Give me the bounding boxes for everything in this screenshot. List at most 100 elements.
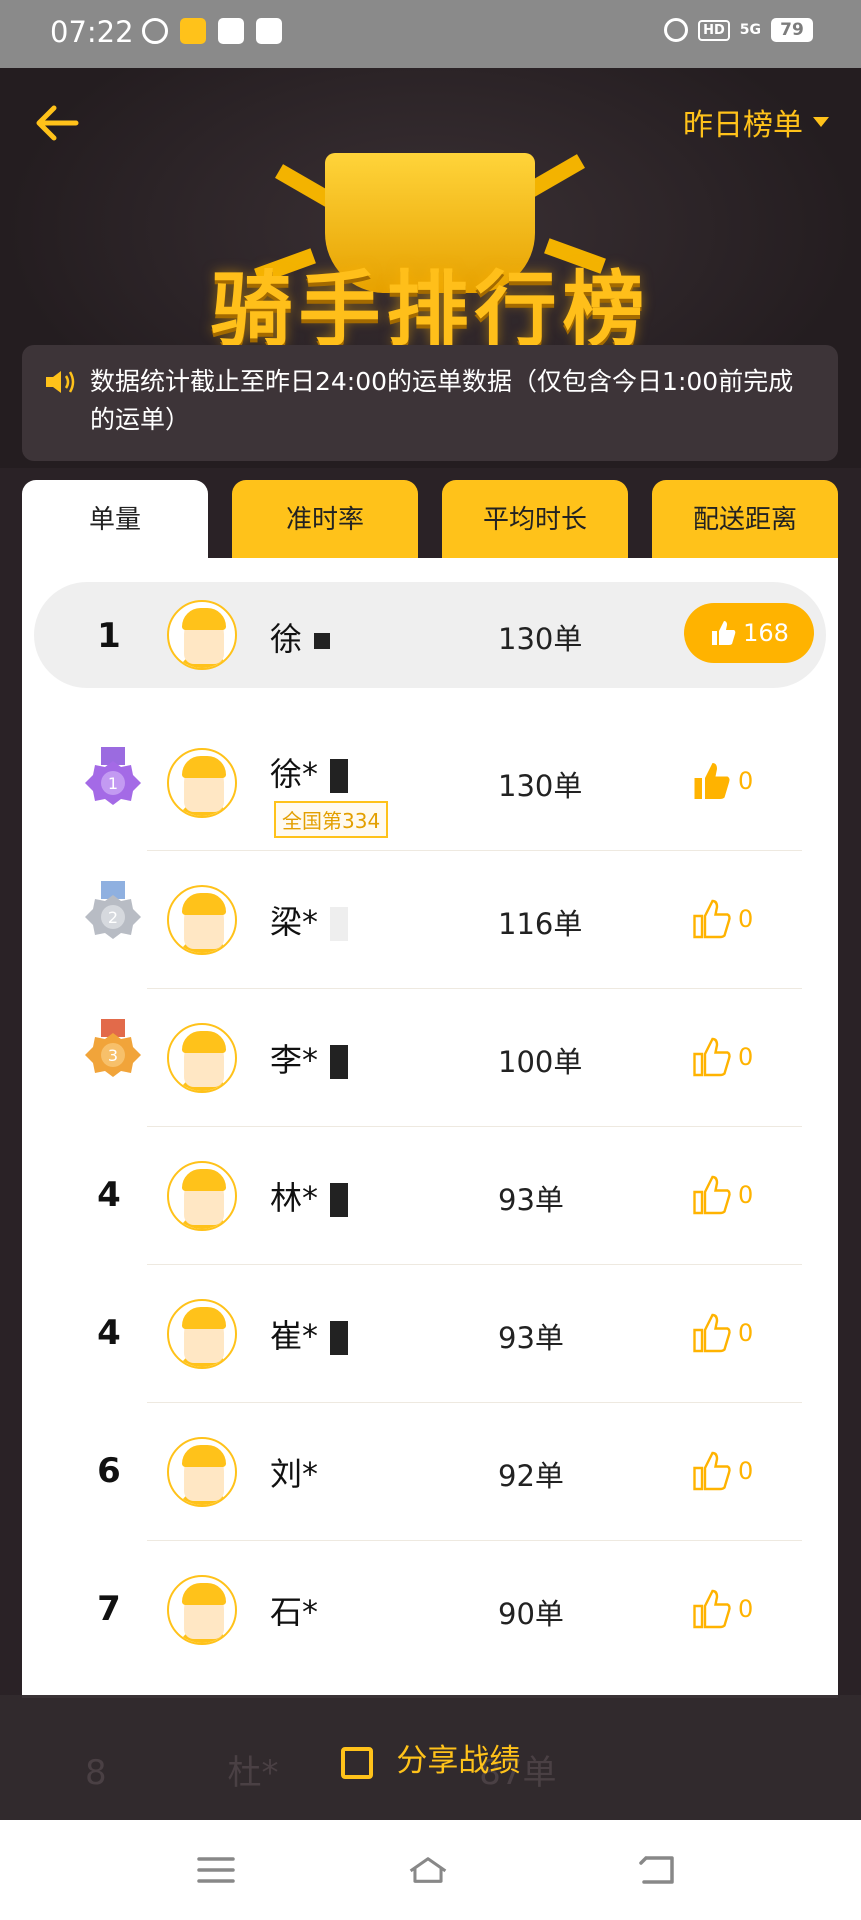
- thumbs-up-icon: [712, 621, 736, 645]
- like-count: 0: [738, 1457, 754, 1485]
- like-button[interactable]: 0: [690, 897, 753, 941]
- order-count: 92单: [498, 1459, 564, 1493]
- my-like-count: 168: [743, 619, 789, 647]
- like-count: 0: [738, 1181, 754, 1209]
- like-button[interactable]: 0: [690, 1311, 753, 1355]
- thumbs-up-icon: [693, 1175, 731, 1215]
- like-button[interactable]: 0: [690, 1035, 753, 1079]
- status-icons: [142, 18, 282, 44]
- gold-medal-icon: 1: [85, 747, 141, 805]
- avatar: [167, 1299, 237, 1369]
- table-row: 2 梁* 116单 0: [22, 851, 838, 989]
- k-app-icon: [142, 18, 168, 44]
- avatar: [167, 600, 237, 670]
- rider-name: 李*: [270, 1035, 349, 1081]
- data-notice: 数据统计截止至昨日24:00的运单数据（仅包含今日1:00前完成的运单）: [22, 345, 838, 461]
- system-nav-bar: [0, 1820, 861, 1920]
- rider-name: 石*: [270, 1593, 319, 1631]
- caret-down-icon: [813, 117, 829, 127]
- avatar: [167, 1437, 237, 1507]
- table-row: 1 徐* 全国第334 130单 0: [22, 713, 838, 851]
- tab-delivery-distance[interactable]: 配送距离: [652, 480, 838, 560]
- order-count: 130单: [498, 769, 583, 803]
- avatar: [167, 1161, 237, 1231]
- order-count: 93单: [498, 1183, 564, 1217]
- my-rank-row: 1 徐 130单 168: [34, 582, 826, 688]
- thumbs-up-icon: [693, 1037, 731, 1077]
- svg-text:1: 1: [108, 774, 118, 793]
- bronze-medal-icon: 3: [85, 1019, 141, 1077]
- like-button[interactable]: 0: [690, 1449, 753, 1493]
- my-name: 徐: [270, 614, 331, 660]
- notice-text: 数据统计截止至昨日24:00的运单数据（仅包含今日1:00前完成的运单）: [90, 367, 794, 434]
- rank-number: 4: [97, 1313, 121, 1353]
- rank-number: 6: [97, 1451, 121, 1491]
- table-row: 4 崔* 93单 0: [22, 1265, 838, 1403]
- svg-text:2: 2: [108, 908, 118, 927]
- like-button[interactable]: 0: [690, 1587, 753, 1631]
- rider-name: 崔*: [270, 1311, 349, 1357]
- ranking-list: 1 徐 130单 168 1 徐* 全国第334 130单 0 2 梁* 116…: [22, 558, 838, 1698]
- order-count: 93单: [498, 1321, 564, 1355]
- table-row: 3 李* 100单 0: [22, 989, 838, 1127]
- hd-icon: HD: [698, 19, 730, 41]
- tab-orders[interactable]: 单量: [22, 480, 208, 560]
- like-count: 0: [738, 1595, 754, 1623]
- national-rank-badge: 全国第334: [274, 801, 389, 838]
- back-icon[interactable]: [638, 1854, 678, 1886]
- my-like-button[interactable]: 168: [684, 603, 814, 663]
- status-time: 07:22: [50, 15, 134, 49]
- rank-number: 4: [97, 1175, 121, 1215]
- rider-name: 梁*: [270, 897, 349, 943]
- rider-name: 林*: [270, 1173, 349, 1219]
- status-right: HD 5G 79: [664, 18, 813, 42]
- home-icon[interactable]: [408, 1854, 448, 1886]
- delivery-app-icon: [180, 18, 206, 44]
- avatar: [167, 1575, 237, 1645]
- tab-on-time-rate[interactable]: 准时率: [232, 480, 418, 560]
- table-row: 6 刘* 92单 0: [22, 1403, 838, 1541]
- back-arrow-icon[interactable]: [32, 98, 82, 148]
- rank-number: 7: [97, 1589, 121, 1629]
- tab-avg-duration[interactable]: 平均时长: [442, 480, 628, 560]
- share-label: 分享战绩: [396, 1743, 521, 1779]
- table-row: 7 石* 90单 0: [22, 1541, 838, 1679]
- calendar-icon: [256, 18, 282, 44]
- thumbs-up-icon: [693, 899, 731, 939]
- like-count: 0: [738, 767, 754, 795]
- speaker-icon: [46, 371, 75, 393]
- silver-medal-icon: 2: [85, 881, 141, 939]
- avatar: [167, 885, 237, 955]
- rider-name: 刘*: [270, 1455, 319, 1493]
- thumbs-up-icon: [693, 1451, 731, 1491]
- like-count: 0: [738, 1319, 754, 1347]
- share-button[interactable]: 分享战绩: [0, 1735, 861, 1780]
- rider-name: 徐*: [270, 749, 349, 795]
- video-app-icon: [218, 18, 244, 44]
- avatar: [167, 748, 237, 818]
- svg-text:3: 3: [108, 1046, 118, 1065]
- like-button[interactable]: 0: [690, 759, 753, 803]
- thumbs-up-icon: [693, 1589, 731, 1629]
- metric-tabs: 单量 准时率 平均时长 配送距离: [22, 480, 838, 560]
- order-count: 116单: [498, 907, 583, 941]
- signal-icon: 5G: [739, 22, 761, 38]
- like-count: 0: [738, 1043, 754, 1071]
- range-label: 昨日榜单: [683, 108, 803, 143]
- avatar: [167, 1023, 237, 1093]
- status-bar: 07:22 HD 5G 79: [0, 0, 861, 68]
- my-orders: 130单: [498, 622, 583, 656]
- like-count: 0: [738, 905, 754, 933]
- menu-icon[interactable]: [196, 1854, 236, 1886]
- share-icon: [340, 1746, 373, 1779]
- thumbs-up-icon: [693, 1313, 731, 1353]
- my-rank: 1: [97, 616, 121, 656]
- battery-icon: 79: [771, 18, 813, 42]
- table-row: 4 林* 93单 0: [22, 1127, 838, 1265]
- range-dropdown[interactable]: 昨日榜单: [683, 100, 829, 144]
- share-bar: 8 杜* 87单 分享战绩: [0, 1695, 861, 1820]
- like-button[interactable]: 0: [690, 1173, 753, 1217]
- order-count: 90单: [498, 1597, 564, 1631]
- order-count: 100单: [498, 1045, 583, 1079]
- alarm-icon: [664, 18, 689, 42]
